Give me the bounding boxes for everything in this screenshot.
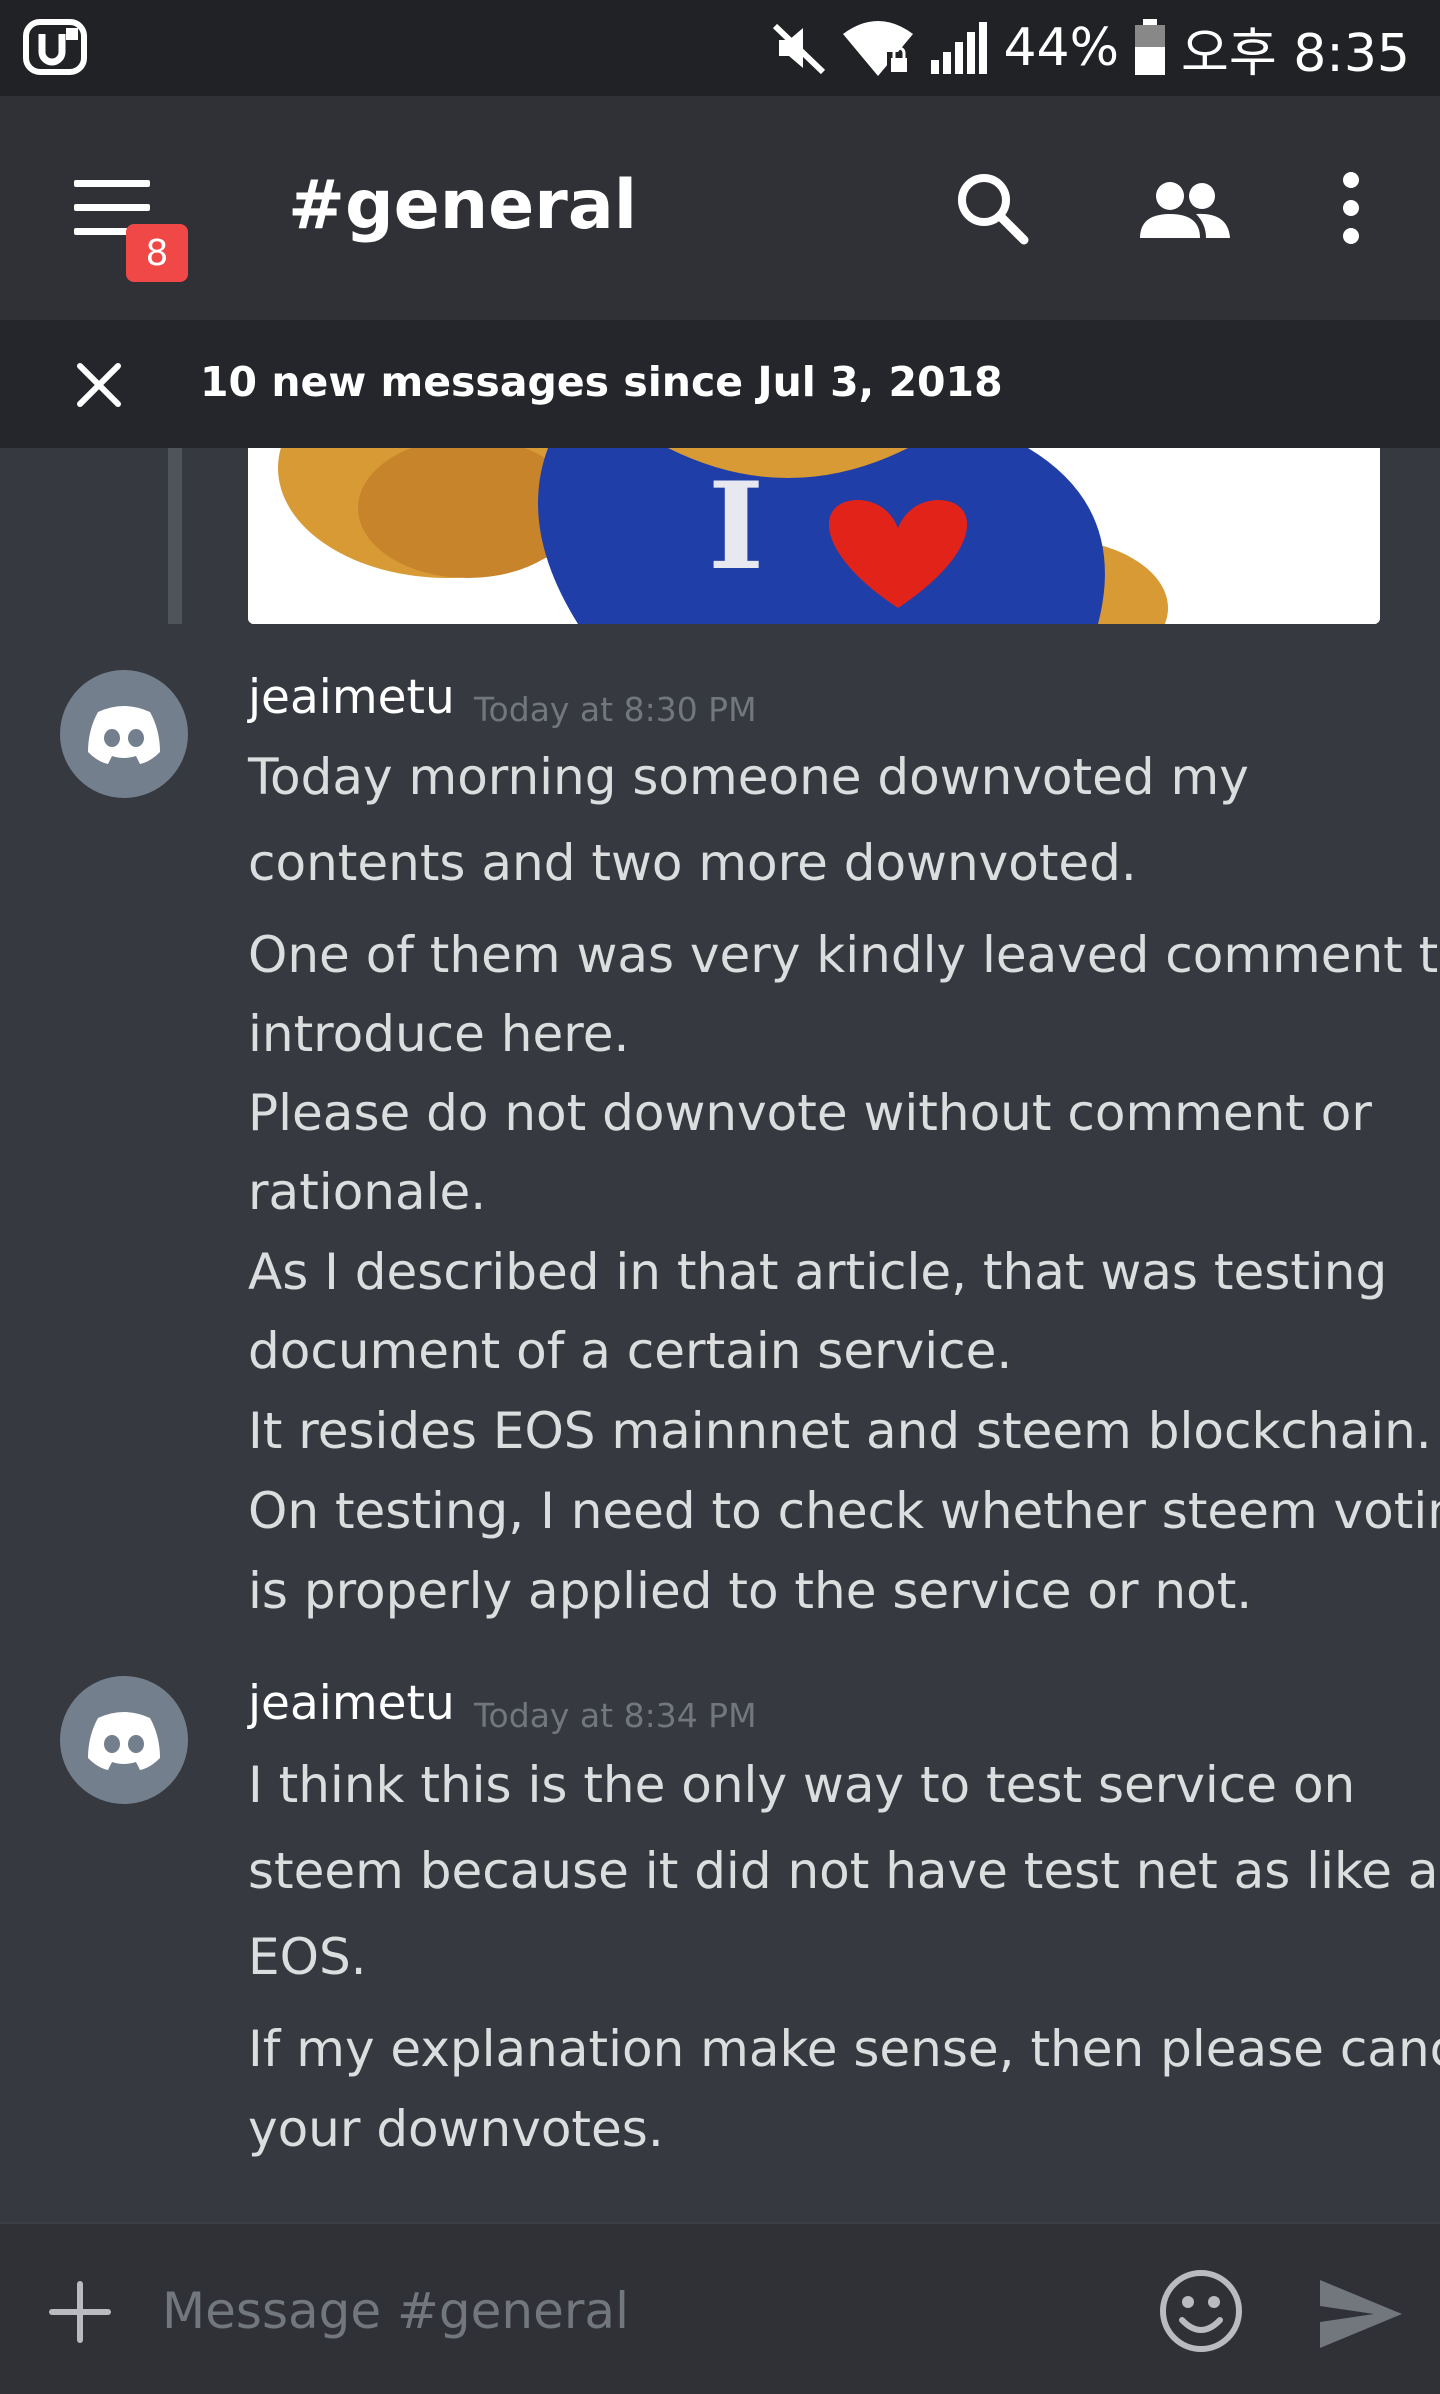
- send-icon[interactable]: [1316, 2276, 1406, 2352]
- message-line: Please do not downvote without comment o…: [248, 1084, 1372, 1142]
- avatar[interactable]: [60, 670, 188, 798]
- search-icon[interactable]: [954, 170, 1030, 246]
- unread-badge: 8: [126, 224, 188, 282]
- message-line: contents and two more downvoted.: [248, 834, 1137, 892]
- timestamp: Today at 8:30 PM: [474, 690, 757, 729]
- mute-icon: [773, 23, 826, 75]
- new-messages-text: 10 new messages since Jul 3, 2018: [200, 358, 1003, 406]
- message-line: If my explanation make sense, then pleas…: [248, 2020, 1440, 2078]
- plush-toy-image: I: [248, 448, 1380, 624]
- add-attachment-icon[interactable]: [48, 2280, 112, 2344]
- members-icon[interactable]: [1136, 178, 1232, 240]
- uplus-logo-icon: [23, 19, 87, 75]
- battery-percent: 44%: [1003, 18, 1120, 78]
- battery-icon: [1135, 19, 1166, 75]
- timestamp: Today at 8:34 PM: [474, 1696, 757, 1735]
- author-name[interactable]: jeaimetu: [248, 1676, 455, 1731]
- more-options-icon[interactable]: [1336, 170, 1366, 246]
- close-icon[interactable]: [74, 360, 124, 410]
- wifi-icon: [843, 21, 914, 76]
- new-messages-bar[interactable]: 10 new messages since Jul 3, 2018: [0, 320, 1440, 448]
- clock: 오후 8:35: [1181, 23, 1410, 84]
- message-line: document of a certain service.: [248, 1322, 1013, 1380]
- status-bar: 44% 오후 8:35: [0, 0, 1440, 96]
- embedded-image[interactable]: I: [248, 448, 1380, 624]
- avatar[interactable]: [60, 1676, 188, 1804]
- message-line: As I described in that article, that was…: [248, 1243, 1388, 1301]
- message-line: EOS.: [248, 1928, 367, 1986]
- shirt-letter: I: [708, 456, 764, 597]
- message-line: rationale.: [248, 1163, 487, 1221]
- message-line: is properly applied to the service or no…: [248, 1562, 1253, 1620]
- message-line: steem because it did not have test net a…: [248, 1842, 1440, 1900]
- emoji-icon[interactable]: [1158, 2268, 1244, 2354]
- channel-header: 8 #general: [0, 96, 1440, 320]
- message-line: It resides EOS mainnnet and steem blockc…: [248, 1402, 1432, 1460]
- message-line: I think this is the only way to test ser…: [248, 1756, 1356, 1814]
- signal-icon: [931, 22, 988, 74]
- channel-title: #general: [288, 166, 638, 245]
- message-line: introduce here.: [248, 1005, 630, 1063]
- message-line: One of them was very kindly leaved comme…: [248, 926, 1440, 984]
- message-line: On testing, I need to check whether stee…: [248, 1482, 1440, 1540]
- message-line: Today morning someone downvoted my: [248, 748, 1249, 806]
- message-input[interactable]: [160, 2270, 1124, 2352]
- discord-logo-icon: [88, 1712, 160, 1770]
- discord-logo-icon: [88, 706, 160, 764]
- author-name[interactable]: jeaimetu: [248, 670, 455, 725]
- message-list[interactable]: I jeaimetu Today at 8:30 PM Today mornin…: [0, 448, 1440, 2222]
- thread-bar: [168, 448, 182, 624]
- message-line: your downvotes.: [248, 2100, 664, 2158]
- message-composer: [0, 2222, 1440, 2394]
